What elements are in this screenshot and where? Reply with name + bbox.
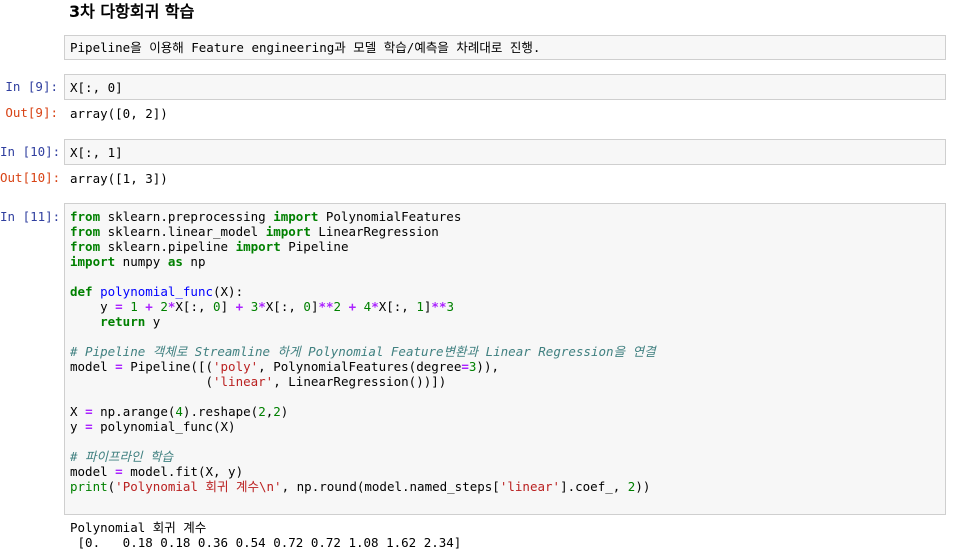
code-line: # Pipeline 객체로 Streamline 하게 Polynomial … <box>70 344 656 359</box>
code-line: from sklearn.linear_model import LinearR… <box>70 224 439 239</box>
code-line: X = np.arange(4).reshape(2,2) <box>70 404 289 419</box>
output-9: array([0, 2]) <box>70 106 168 121</box>
code-input-9[interactable]: X[:, 0] <box>70 80 123 95</box>
code-line: def polynomial_func(X): <box>70 284 244 299</box>
code-cell-9[interactable] <box>64 74 946 100</box>
output-11: Polynomial 회귀 계수 [0. 0.18 0.18 0.36 0.54… <box>70 520 461 550</box>
code-cell-10[interactable] <box>64 139 946 165</box>
in-prompt-10: In [10]: <box>0 144 61 159</box>
out-prompt-9: Out[9]: <box>5 105 58 120</box>
section-heading: 3차 다항회귀 학습 <box>69 2 195 21</box>
out-prompt-10: Out[10]: <box>0 170 61 185</box>
code-line: model = model.fit(X, y) <box>70 464 244 479</box>
output-line: Polynomial 회귀 계수 <box>70 520 207 535</box>
output-line: [0. 0.18 0.18 0.36 0.54 0.72 0.72 1.08 1… <box>70 535 462 550</box>
code-line: import numpy as np <box>70 254 206 269</box>
code-line: model = Pipeline([('poly', PolynomialFea… <box>70 359 499 374</box>
in-prompt-11: In [11]: <box>0 209 61 224</box>
code-line: from sklearn.pipeline import Pipeline <box>70 239 349 254</box>
code-line: return y <box>100 314 161 329</box>
code-line: from sklearn.preprocessing import Polyno… <box>70 209 462 224</box>
code-line: y = 1 + 2*X[:, 0] + 3*X[:, 0]**2 + 4*X[:… <box>70 299 455 314</box>
code-line: print('Polynomial 회귀 계수\n', np.round(mod… <box>70 479 651 494</box>
in-prompt-9: In [9]: <box>5 79 58 94</box>
code-line: y = polynomial_func(X) <box>70 419 236 434</box>
code-input-11[interactable]: from sklearn.preprocessing import Polyno… <box>70 209 656 494</box>
output-10: array([1, 3]) <box>70 171 168 186</box>
code-line: ('linear', LinearRegression())]) <box>70 374 447 389</box>
code-input-10[interactable]: X[:, 1] <box>70 145 123 160</box>
markdown-cell[interactable]: Pipeline을 이용해 Feature engineering과 모델 학습… <box>64 35 946 60</box>
code-line: # 파이프라인 학습 <box>70 449 174 464</box>
